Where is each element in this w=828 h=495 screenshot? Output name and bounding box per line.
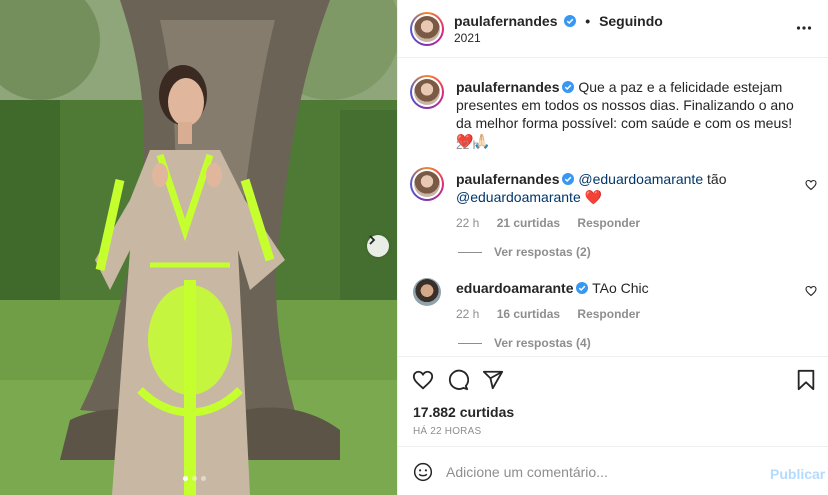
comment-mention[interactable]: @eduardoamarante [578, 171, 703, 187]
comment-avatar[interactable] [410, 167, 444, 201]
comment-username[interactable]: paulafernandes [456, 171, 559, 187]
author-avatar[interactable] [410, 12, 444, 46]
comment-meta: 22 h 16 curtidas Responder [456, 307, 654, 321]
publish-button[interactable]: Publicar [770, 466, 825, 482]
view-replies-button[interactable]: Ver respostas (4) [458, 336, 591, 350]
post-side-panel: paulafernandes • Seguindo 2021 paulafern… [397, 0, 828, 495]
comment-mention[interactable]: @eduardoamarante [456, 189, 581, 205]
verified-icon [562, 81, 575, 93]
comment-likes[interactable]: 16 curtidas [497, 307, 560, 321]
post-photo[interactable] [0, 0, 397, 495]
caption-time[interactable]: 22 h [456, 138, 479, 152]
comments-list: paulafernandes Que a paz e a felicidade … [398, 59, 828, 356]
view-replies-label: Ver respostas (2) [494, 245, 591, 259]
post-time-ago[interactable]: HÁ 22 HORAS [413, 426, 481, 437]
comment-time[interactable]: 22 h [456, 307, 479, 321]
separator-dot: • [585, 13, 591, 29]
carousel-dot [201, 476, 206, 481]
post-location-year: 2021 [454, 31, 481, 45]
likes-count[interactable]: 17.882 curtidas [413, 404, 514, 420]
comment-username[interactable]: eduardoamarante [456, 280, 573, 296]
comment-text: TAo Chic [592, 280, 649, 296]
more-options-icon[interactable] [796, 20, 812, 36]
emoji-icon[interactable] [413, 462, 433, 482]
replies-divider-line [458, 251, 482, 253]
comment-input[interactable] [446, 460, 746, 484]
verified-icon [576, 282, 589, 294]
add-comment-bar: Publicar [398, 446, 828, 495]
comment-avatar[interactable] [413, 278, 441, 306]
comment-text-block: paulafernandes @eduardoamarante tão @edu… [456, 170, 786, 206]
follow-status-button[interactable]: Seguindo [599, 13, 663, 29]
comment-meta: 22 h 21 curtidas Responder [456, 216, 654, 230]
comment-text-block: eduardoamarante TAo Chic [456, 279, 804, 297]
caption-text-block: paulafernandes Que a paz e a felicidade … [456, 78, 804, 150]
caption-meta: 22 h [456, 138, 493, 152]
verified-icon [564, 15, 577, 27]
photo-illustration [0, 0, 397, 495]
reply-button[interactable]: Responder [577, 307, 640, 321]
comment-emoji: ❤️ [584, 189, 603, 205]
replies-divider-line [458, 342, 482, 344]
comment-likes[interactable]: 21 curtidas [497, 216, 560, 230]
caption-avatar[interactable] [410, 75, 444, 109]
caption-username[interactable]: paulafernandes [456, 79, 559, 95]
post-actions: 17.882 curtidas HÁ 22 HORAS [398, 356, 828, 446]
header-user-line: paulafernandes • Seguindo [454, 13, 663, 29]
heart-icon[interactable] [412, 369, 434, 391]
comment-like-heart-icon[interactable] [805, 285, 817, 297]
reply-button[interactable]: Responder [577, 216, 640, 230]
comment-like-heart-icon[interactable] [805, 179, 817, 191]
view-replies-label: Ver respostas (4) [494, 336, 591, 350]
verified-icon [562, 173, 575, 185]
carousel-dots [183, 476, 206, 481]
post-header: paulafernandes • Seguindo 2021 [398, 0, 828, 58]
author-username[interactable]: paulafernandes [454, 13, 557, 29]
comment-time[interactable]: 22 h [456, 216, 479, 230]
carousel-dot [192, 476, 197, 481]
view-replies-button[interactable]: Ver respostas (2) [458, 245, 591, 259]
bookmark-icon[interactable] [796, 369, 816, 391]
chevron-right-icon [369, 235, 376, 245]
comment-icon[interactable] [447, 369, 469, 391]
carousel-dot [183, 476, 188, 481]
carousel-next-button[interactable] [367, 235, 389, 257]
share-icon[interactable] [482, 369, 504, 391]
comment-text: tão [703, 171, 727, 187]
